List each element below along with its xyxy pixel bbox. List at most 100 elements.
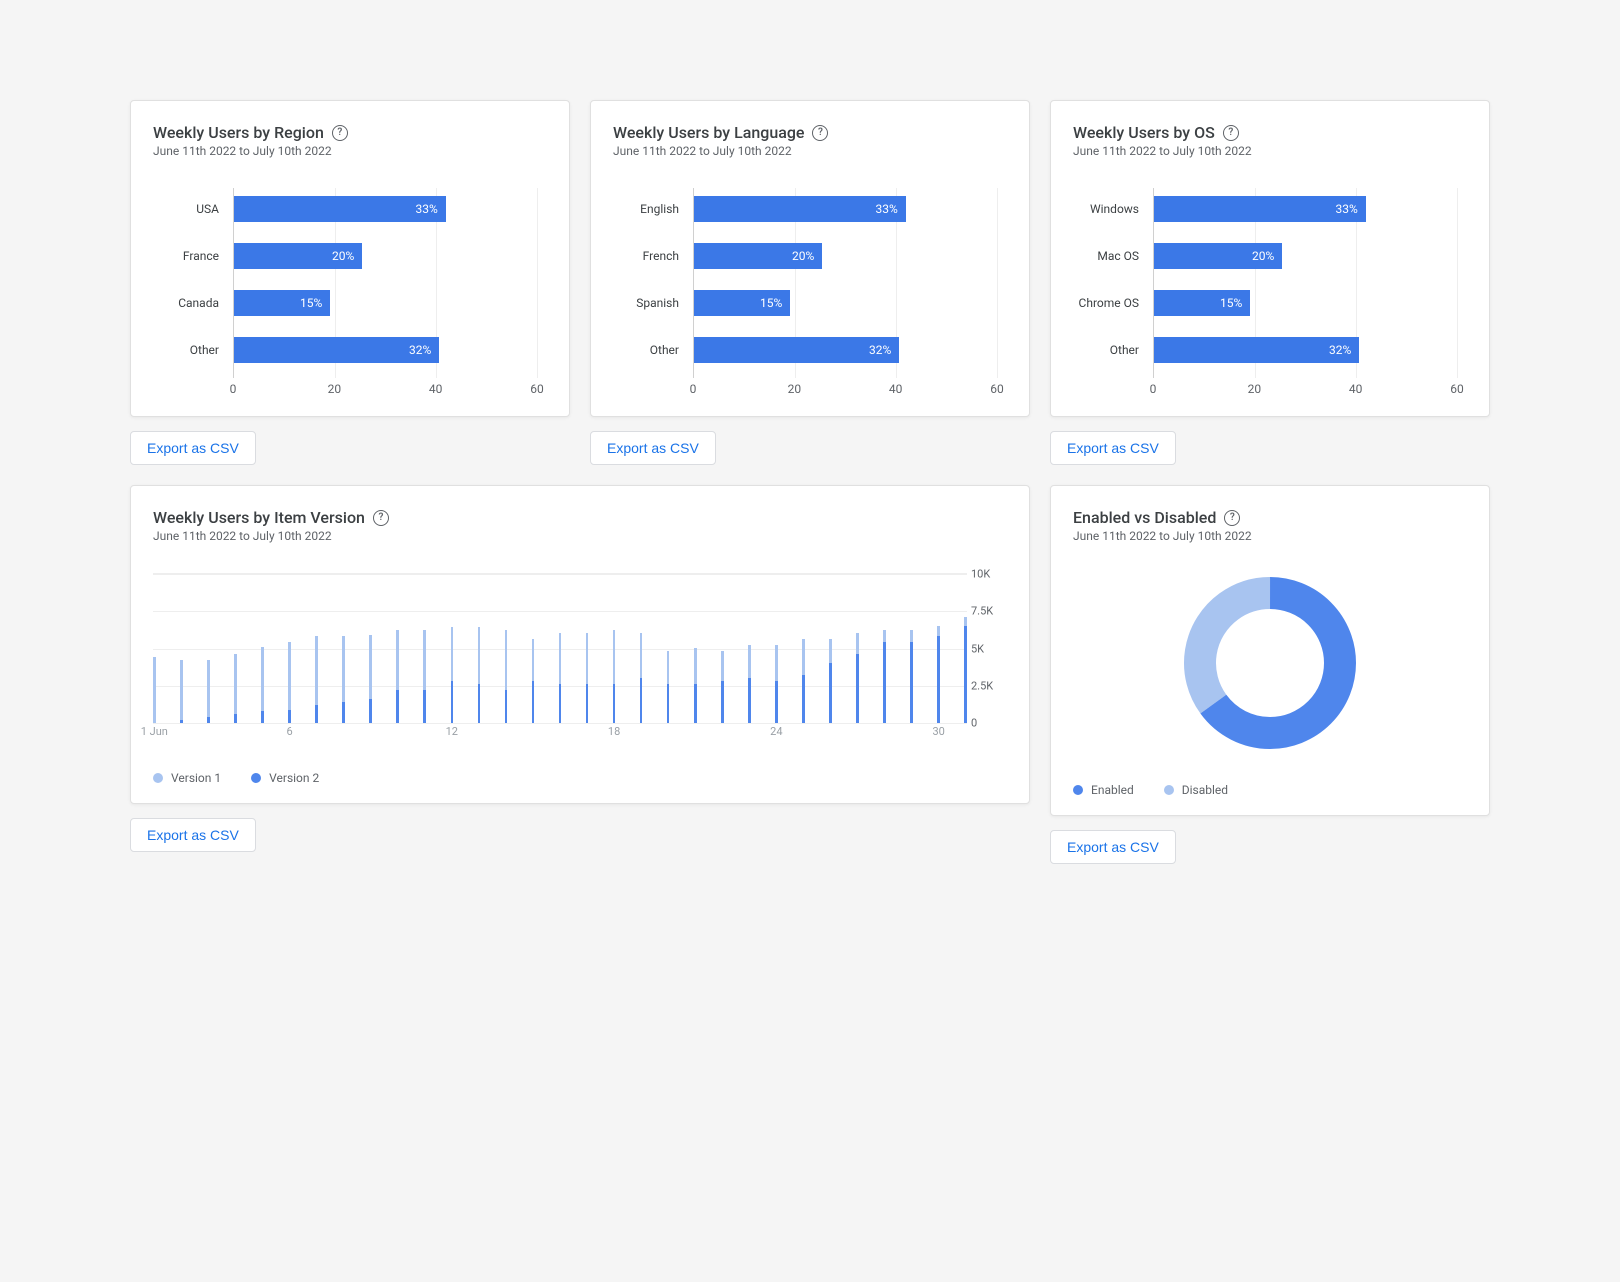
card-subtitle: June 11th 2022 to July 10th 2022: [613, 144, 1007, 158]
hbar-category-label: USA: [152, 202, 234, 216]
stacked-plot: 0 2.5K 5K 7.5K 10K: [153, 573, 967, 723]
stacked-bar: [694, 648, 697, 723]
card-region: Weekly Users by Region ? June 11th 2022 …: [130, 100, 570, 417]
stacked-bar: [288, 642, 291, 723]
hbar-xtick: 0: [1150, 382, 1157, 396]
hbar-bar: 20%: [694, 243, 822, 269]
stacked-xtick: 1 Jun: [141, 725, 168, 738]
stacked-ytick: 10K: [971, 568, 1007, 581]
card-title: Weekly Users by Item Version ?: [153, 508, 1007, 527]
hbar-category-label: French: [612, 249, 694, 263]
card-subtitle: June 11th 2022 to July 10th 2022: [1073, 144, 1467, 158]
hbar-bar: 15%: [694, 290, 790, 316]
export-csv-button[interactable]: Export as CSV: [590, 431, 716, 465]
hbar-bar: 20%: [234, 243, 362, 269]
hbar-category-label: Chrome OS: [1072, 296, 1154, 310]
stacked-bar: [532, 639, 535, 723]
stacked-xtick: 24: [770, 725, 782, 738]
stacked-bar: [667, 651, 670, 723]
stacked-bar: [883, 630, 886, 723]
stacked-xtick: 30: [932, 725, 944, 738]
hbar-bar: 32%: [1154, 337, 1359, 363]
help-icon[interactable]: ?: [332, 125, 348, 141]
stacked-bar: [856, 633, 859, 723]
export-csv-button[interactable]: Export as CSV: [1050, 431, 1176, 465]
stacked-bar: [207, 660, 210, 723]
stacked-xtick: 18: [608, 725, 620, 738]
stacked-bar: [964, 617, 967, 724]
stacked-bar: [234, 654, 237, 723]
hbar-plot: USA 33% France 20% Canada 15% Other 32%: [233, 188, 537, 378]
card-enabled: Enabled vs Disabled ? June 11th 2022 to …: [1050, 485, 1490, 816]
hbar-xtick: 20: [788, 382, 802, 396]
stacked-bar: [559, 633, 562, 723]
hbar-bar: 15%: [1154, 290, 1250, 316]
legend-item-v1: Version 1: [153, 771, 221, 785]
stacked-bar: [396, 630, 399, 723]
stacked-bar: [910, 630, 913, 723]
stacked-bar: [505, 630, 508, 723]
stacked-ytick: 5K: [971, 642, 1007, 655]
hbar-category-label: Other: [152, 343, 234, 357]
stacked-bar: [613, 630, 616, 723]
export-csv-button[interactable]: Export as CSV: [130, 431, 256, 465]
hbar-xtick: 0: [690, 382, 697, 396]
stacked-bar: [342, 636, 345, 723]
stacked-bar: [802, 639, 805, 723]
stacked-xtick: 12: [446, 725, 458, 738]
card-version: Weekly Users by Item Version ? June 11th…: [130, 485, 1030, 804]
hbar-bar: 20%: [1154, 243, 1282, 269]
card-title: Enabled vs Disabled ?: [1073, 508, 1467, 527]
stacked-ytick: 2.5K: [971, 679, 1007, 692]
help-icon[interactable]: ?: [812, 125, 828, 141]
hbar-bar: 33%: [1154, 196, 1366, 222]
stacked-bar: [640, 633, 643, 723]
stacked-bar: [478, 627, 481, 723]
hbar-xtick: 20: [1248, 382, 1262, 396]
legend-item-v2: Version 2: [251, 771, 319, 785]
hbar-xtick: 40: [429, 382, 443, 396]
card-os: Weekly Users by OS ? June 11th 2022 to J…: [1050, 100, 1490, 417]
stacked-bar: [586, 633, 589, 723]
hbar-bar: 32%: [234, 337, 439, 363]
hbar-category-label: Mac OS: [1072, 249, 1154, 263]
hbar-bar: 33%: [234, 196, 446, 222]
hbar-bar: 15%: [234, 290, 330, 316]
hbar-xtick: 60: [990, 382, 1004, 396]
hbar-category-label: Other: [1072, 343, 1154, 357]
hbar-category-label: English: [612, 202, 694, 216]
stacked-bar: [369, 635, 372, 724]
card-subtitle: June 11th 2022 to July 10th 2022: [153, 529, 1007, 543]
hbar-category-label: France: [152, 249, 234, 263]
legend-item-enabled: Enabled: [1073, 783, 1134, 797]
stacked-ytick: 0: [971, 717, 1007, 730]
stacked-bar: [423, 630, 426, 723]
stacked-bar: [775, 645, 778, 723]
card-title: Weekly Users by Region ?: [153, 123, 547, 142]
stacked-xtick: 6: [286, 725, 292, 738]
export-csv-button[interactable]: Export as CSV: [1050, 830, 1176, 864]
card-title: Weekly Users by OS ?: [1073, 123, 1467, 142]
stacked-bar: [748, 645, 751, 723]
hbar-category-label: Other: [612, 343, 694, 357]
stacked-bar: [937, 626, 940, 724]
hbar-xtick: 40: [889, 382, 903, 396]
export-csv-button[interactable]: Export as CSV: [130, 818, 256, 852]
hbar-category-label: Spanish: [612, 296, 694, 310]
card-subtitle: June 11th 2022 to July 10th 2022: [153, 144, 547, 158]
help-icon[interactable]: ?: [1223, 125, 1239, 141]
hbar-category-label: Windows: [1072, 202, 1154, 216]
stacked-bar: [153, 657, 156, 723]
legend-item-disabled: Disabled: [1164, 783, 1228, 797]
stacked-bar: [315, 636, 318, 723]
hbar-bar: 33%: [694, 196, 906, 222]
card-language: Weekly Users by Language ? June 11th 202…: [590, 100, 1030, 417]
help-icon[interactable]: ?: [1224, 510, 1240, 526]
help-icon[interactable]: ?: [373, 510, 389, 526]
hbar-xtick: 40: [1349, 382, 1363, 396]
stacked-bar: [829, 639, 832, 723]
card-title: Weekly Users by Language ?: [613, 123, 1007, 142]
hbar-xtick: 20: [328, 382, 342, 396]
hbar-bar: 32%: [694, 337, 899, 363]
stacked-bar: [261, 647, 264, 724]
